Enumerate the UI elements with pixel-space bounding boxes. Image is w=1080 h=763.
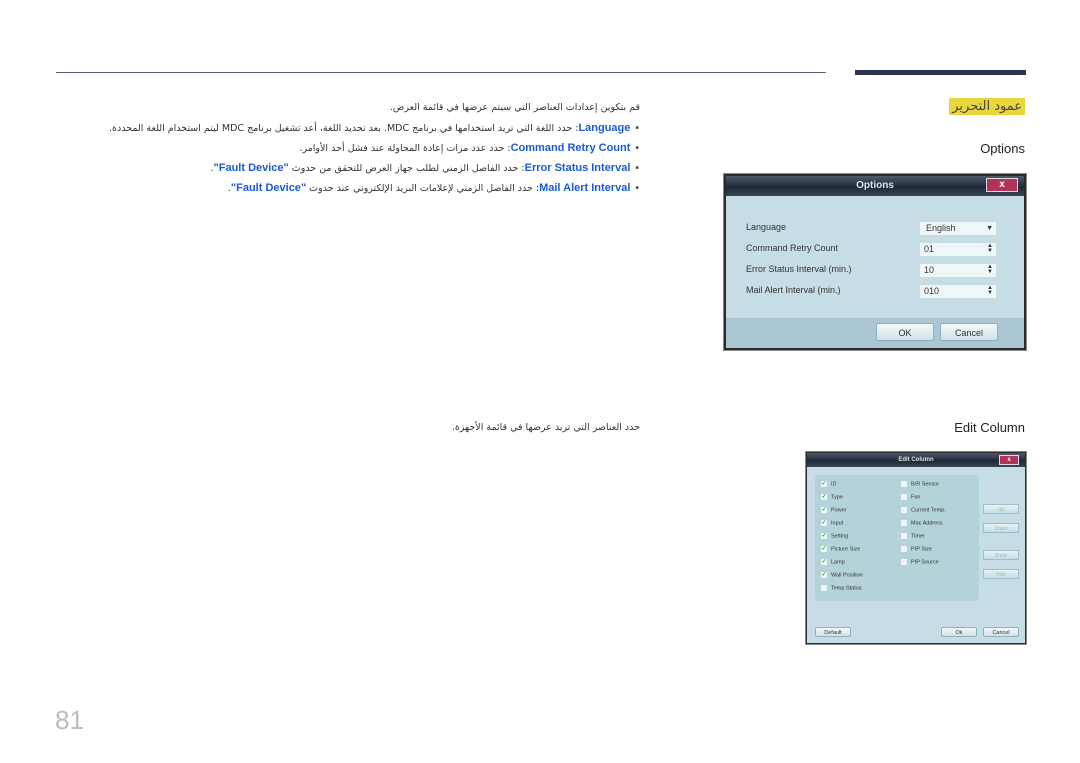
- column-label: Power: [831, 507, 847, 514]
- close-icon: x: [1007, 457, 1011, 463]
- column-list-panel: ✓ ID ✓ Type ✓ Power ✓ Input ✓ Setting ✓ Pictur…: [815, 475, 979, 601]
- spinner-arrows-icon[interactable]: ▲ ▼: [987, 243, 993, 254]
- edit-column-intro: حدد العناصر التي تريد عرضها في قائمة الأ…: [451, 422, 640, 433]
- hide-button[interactable]: Hide: [983, 569, 1019, 579]
- cancel-button[interactable]: Cancel: [940, 323, 998, 341]
- checkbox-checked-icon: ✓: [821, 494, 827, 500]
- checkbox-unchecked-icon: [901, 533, 907, 539]
- down-button[interactable]: Down: [983, 523, 1019, 533]
- column-label: Picture Size: [831, 546, 861, 553]
- column-label: B/R Sensor: [911, 481, 940, 488]
- language-label: Language: [746, 222, 787, 232]
- options-dialog-footer: OK Cancel: [726, 318, 1024, 348]
- column-label: Temp.Status: [831, 585, 862, 592]
- column-checkbox-timer[interactable]: Timer: [901, 533, 925, 539]
- checkbox-checked-icon: ✓: [821, 572, 827, 578]
- column-checkbox-id[interactable]: ✓ ID: [821, 481, 837, 487]
- column-checkbox-mac-address[interactable]: Mac Address: [901, 520, 943, 526]
- command-retry-count-spinner[interactable]: 01 ▲ ▼: [920, 243, 996, 256]
- column-label: PIP Source: [911, 559, 939, 566]
- bullet-error-status-interval: •Error Status Interval: حدد الفاصل الزمن…: [210, 162, 640, 174]
- column-checkbox-power[interactable]: ✓ Power: [821, 507, 847, 513]
- show-button[interactable]: Show: [983, 550, 1019, 560]
- bullet-language: •Language: حدد اللغة التي تريد استخدامها…: [109, 122, 640, 134]
- close-button[interactable]: x: [999, 455, 1019, 465]
- column-checkbox-br-sensor[interactable]: B/R Sensor: [901, 481, 939, 487]
- column-checkbox-fan[interactable]: Fan: [901, 494, 920, 500]
- checkbox-checked-icon: ✓: [821, 507, 827, 513]
- mail-alert-interval-label: Mail Alert Interval (min.): [746, 285, 841, 295]
- edit-column-dialog: Edit Column x ✓ ID ✓ Type ✓ Power ✓ Input ✓ S…: [806, 452, 1026, 644]
- term-language: Language: [578, 122, 631, 134]
- checkbox-unchecked-icon: [821, 585, 827, 591]
- bullet-command-retry-count: •Command Retry Count: حدد عدد مرات إعادة…: [299, 142, 640, 154]
- error-status-interval-spinner[interactable]: 10 ▲ ▼: [920, 264, 996, 277]
- language-dropdown[interactable]: English ▼: [920, 222, 996, 235]
- ok-button[interactable]: OK: [876, 323, 934, 341]
- options-heading: Options: [980, 141, 1025, 156]
- options-intro: قم بتكوين إعدادات العناصر التي سيتم عرضه…: [389, 102, 640, 113]
- header-rule: [56, 72, 826, 73]
- error-status-interval-label: Error Status Interval (min.): [746, 264, 852, 274]
- column-label: Current Temp.: [911, 507, 946, 514]
- column-checkbox-setting[interactable]: ✓ Setting: [821, 533, 848, 539]
- column-checkbox-pip-size[interactable]: PIP Size: [901, 546, 932, 552]
- chevron-down-icon: ▼: [986, 225, 993, 232]
- column-label: Fan: [911, 494, 921, 501]
- column-checkbox-picture-size[interactable]: ✓ Picture Size: [821, 546, 860, 552]
- term-fault-device: "Fault Device": [213, 162, 289, 174]
- edit-column-titlebar: Edit Column x: [807, 453, 1025, 467]
- edit-column-heading: Edit Column: [954, 420, 1025, 435]
- mail-alert-interval-spinner[interactable]: 010 ▲ ▼: [920, 285, 996, 298]
- page-number: 81: [55, 705, 84, 735]
- column-checkbox-wall-position[interactable]: ✓ Wall Position: [821, 572, 863, 578]
- column-label: Mac Address: [911, 520, 943, 527]
- checkbox-unchecked-icon: [901, 559, 907, 565]
- checkbox-checked-icon: ✓: [821, 546, 827, 552]
- column-label: ID: [831, 481, 837, 488]
- column-label: Input: [831, 520, 844, 527]
- column-checkbox-lamp[interactable]: ✓ Lamp: [821, 559, 845, 565]
- column-label: Type: [831, 494, 843, 501]
- column-label: PIP Size: [911, 546, 932, 553]
- bullet-mail-alert-interval: •Mail Alert Interval: حدد الفاصل الزمني …: [227, 182, 640, 194]
- column-label: Timer: [911, 533, 925, 540]
- term-fault-device: "Fault Device": [230, 182, 307, 194]
- column-checkbox-type[interactable]: ✓ Type: [821, 494, 843, 500]
- spinner-arrows-icon[interactable]: ▲ ▼: [987, 264, 993, 275]
- term-command-retry-count: Command Retry Count: [510, 142, 631, 154]
- checkbox-checked-icon: ✓: [821, 559, 827, 565]
- column-checkbox-input[interactable]: ✓ Input: [821, 520, 843, 526]
- options-dialog-titlebar: Options x: [726, 176, 1024, 196]
- column-checkbox-pip-source[interactable]: PIP Source: [901, 559, 939, 565]
- checkbox-checked-icon: ✓: [821, 533, 827, 539]
- term-error-status-interval: Error Status Interval: [524, 162, 631, 174]
- ok-button[interactable]: Ok: [941, 627, 977, 637]
- up-button[interactable]: Up: [983, 504, 1019, 514]
- close-icon: x: [999, 179, 1005, 190]
- cancel-button[interactable]: Cancel: [983, 627, 1019, 637]
- column-label: Setting: [831, 533, 849, 540]
- column-label: Wall Position: [831, 572, 863, 579]
- header-accent-bar: [855, 70, 1026, 75]
- close-button[interactable]: x: [986, 178, 1018, 192]
- checkbox-checked-icon: ✓: [821, 520, 827, 526]
- default-button[interactable]: Default: [815, 627, 851, 637]
- checkbox-unchecked-icon: [901, 520, 907, 526]
- checkbox-checked-icon: ✓: [821, 481, 827, 487]
- checkbox-unchecked-icon: [901, 546, 907, 552]
- spinner-arrows-icon[interactable]: ▲ ▼: [987, 285, 993, 296]
- column-checkbox-current-temp[interactable]: Current Temp.: [901, 507, 946, 513]
- column-checkbox-temp-status[interactable]: Temp.Status: [821, 585, 862, 591]
- section-title: عمود التحرير: [949, 98, 1025, 115]
- command-retry-count-label: Command Retry Count: [746, 243, 839, 253]
- checkbox-unchecked-icon: [901, 481, 907, 487]
- options-dialog: Options x Language English ▼ Command Ret…: [724, 174, 1026, 350]
- checkbox-unchecked-icon: [901, 494, 907, 500]
- checkbox-unchecked-icon: [901, 507, 907, 513]
- column-label: Lamp: [831, 559, 845, 566]
- term-mail-alert-interval: Mail Alert Interval: [539, 182, 631, 194]
